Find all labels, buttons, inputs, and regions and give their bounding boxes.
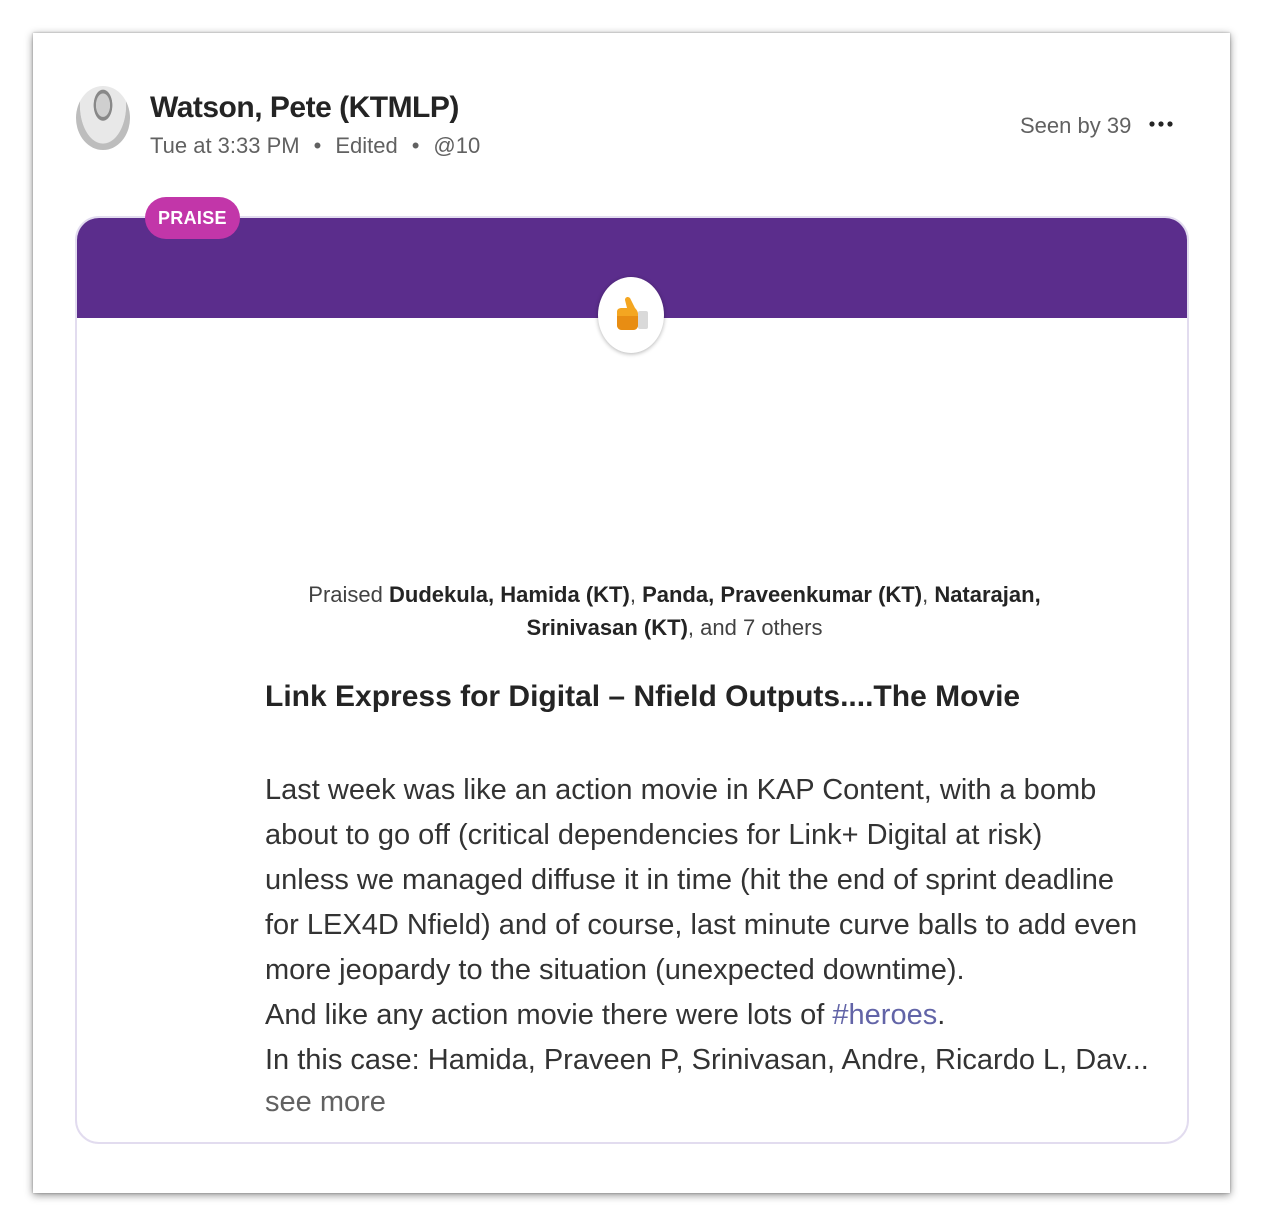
author-name[interactable]: Watson, Pete (KTMLP): [150, 91, 459, 125]
see-more-link[interactable]: see more: [265, 1086, 386, 1119]
recipient-name[interactable]: Panda, Praveenkumar (KT): [642, 582, 922, 607]
post-card: Watson, Pete (KTMLP) Tue at 3:33 PM • Edit…: [33, 33, 1230, 1193]
post-body: Last week was like an action movie in KA…: [265, 768, 1149, 1083]
body-line: In this case: Hamida, Praveen P, Sriniva…: [265, 1044, 1149, 1076]
more-options-button[interactable]: [1146, 109, 1176, 139]
body-line: for LEX4D Nfield) and of course, last mi…: [265, 909, 1138, 941]
body-line: more jeopardy to the situation (unexpect…: [265, 954, 965, 986]
hashtag-link[interactable]: #heroes: [832, 999, 937, 1031]
seen-by-count[interactable]: Seen by 39: [1020, 113, 1131, 139]
ellipsis-icon: [1149, 121, 1173, 127]
body-line: about to go off (critical dependencies f…: [265, 819, 1043, 851]
post-title: Link Express for Digital – Nfield Output…: [265, 680, 1021, 713]
edited-label: Edited: [335, 133, 398, 158]
separator-dot: •: [313, 133, 322, 158]
separator-dot: •: [411, 133, 420, 158]
praise-badge: PRAISE: [145, 197, 240, 239]
mention-count[interactable]: @10: [433, 133, 480, 158]
praise-icon-circle: [598, 277, 664, 353]
thumbs-up-icon: [617, 296, 648, 330]
author-avatar[interactable]: [76, 86, 130, 150]
praise-card: Praised Dudekula, Hamida (KT), Panda, Pr…: [75, 216, 1189, 1144]
body-line: unless we managed diffuse it in time (hi…: [265, 864, 1115, 896]
post-meta: Tue at 3:33 PM • Edited • @10: [150, 133, 480, 159]
recipient-name[interactable]: Dudekula, Hamida (KT): [389, 582, 630, 607]
post-time: Tue at 3:33 PM: [150, 133, 300, 158]
praised-recipients: Praised Dudekula, Hamida (KT), Panda, Pr…: [308, 582, 1041, 640]
body-line: And like any action movie there were lot…: [265, 999, 946, 1031]
body-line: Last week was like an action movie in KA…: [265, 774, 1097, 806]
others-link[interactable]: and 7 others: [700, 615, 822, 640]
